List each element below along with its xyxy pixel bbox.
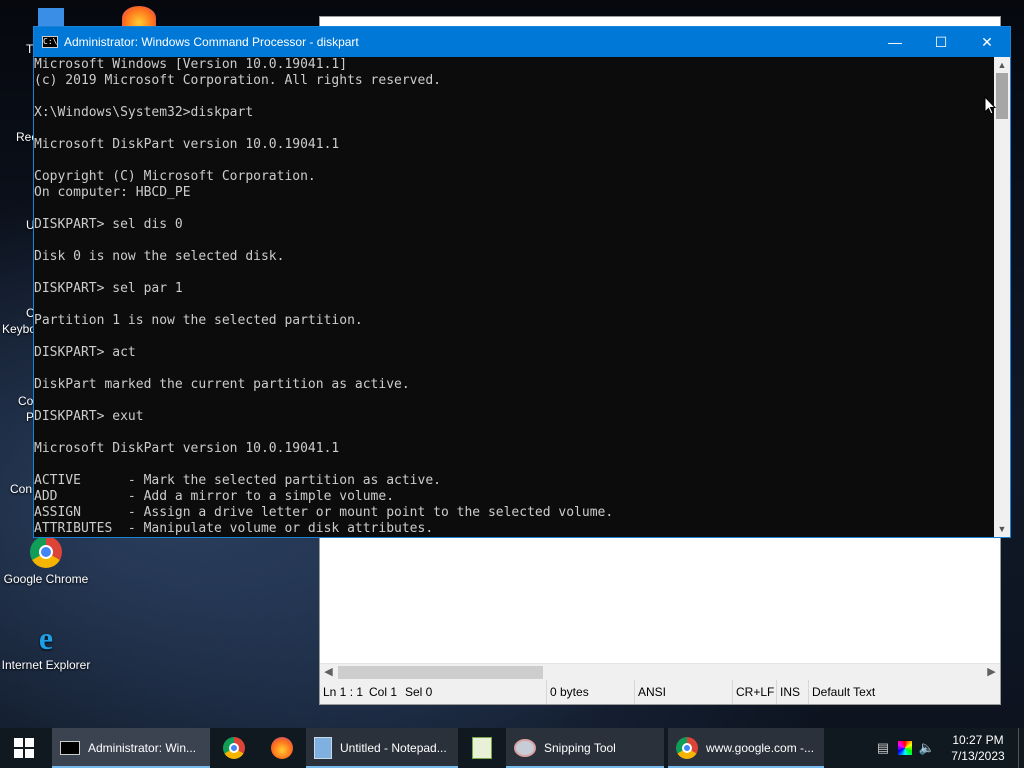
status-position: Ln 1 : 1: [323, 685, 364, 699]
status-style: Default Text: [808, 680, 908, 704]
chrome-icon: [676, 737, 698, 759]
google-chrome-label: Google Chrome: [3, 572, 89, 586]
console-line: DiskPart marked the current partition as…: [34, 377, 410, 392]
taskbar-item-cmd[interactable]: Administrator: Win...: [52, 728, 210, 768]
cmd-app-icon: C:\: [42, 36, 58, 48]
cmd-title-bar[interactable]: C:\ Administrator: Windows Command Proce…: [34, 27, 1010, 57]
mouse-cursor-icon: [984, 96, 996, 115]
status-eol: CR+LF: [732, 680, 776, 704]
console-line: On computer: HBCD_PE: [34, 185, 191, 200]
scroll-right-icon[interactable]: ▶: [983, 664, 1000, 681]
taskbar-item-label: Snipping Tool: [544, 741, 616, 755]
internet-explorer-icon: e: [38, 620, 54, 656]
taskbar-item-notepad[interactable]: Untitled - Notepad...: [306, 728, 458, 768]
console-line: DISKPART> act: [34, 345, 136, 360]
console-line: Disk 0 is now the selected disk.: [34, 249, 285, 264]
color-picker-icon[interactable]: [898, 741, 912, 755]
scroll-thumb[interactable]: [996, 73, 1008, 119]
taskbar-item-chrome[interactable]: [210, 728, 258, 768]
console-line: Copyright (C) Microsoft Corporation.: [34, 169, 316, 184]
command-prompt-window: C:\ Administrator: Windows Command Proce…: [33, 26, 1011, 538]
snipping-tool-icon: [514, 739, 536, 757]
notepad-icon: [314, 737, 332, 759]
chrome-icon: [30, 536, 62, 568]
status-size: 0 bytes: [546, 680, 634, 704]
scroll-up-icon[interactable]: ▲: [994, 57, 1010, 73]
taskbar: Administrator: Win... Untitled - Notepad…: [0, 728, 1024, 768]
clock[interactable]: 10:27 PM 7/13/2023: [938, 732, 1018, 764]
console-line: Microsoft DiskPart version 10.0.19041.1: [34, 137, 340, 152]
console-line: DISKPART> exut: [34, 409, 144, 424]
status-col: Col 1: [369, 685, 398, 699]
console-line: DISKPART> sel dis 0: [34, 217, 183, 232]
status-mode: INS: [776, 680, 808, 704]
close-icon[interactable]: ✕: [964, 27, 1010, 57]
taskbar-item-notepad-plus[interactable]: [458, 728, 506, 768]
taskbar-item-firefox[interactable]: [258, 728, 306, 768]
status-encoding: ANSI: [634, 680, 732, 704]
clock-date: 7/13/2023: [951, 749, 1005, 763]
chrome-icon: [223, 737, 245, 759]
scroll-left-icon[interactable]: ◀: [320, 664, 337, 681]
windows-logo-icon: [14, 738, 34, 758]
internet-explorer-desktop-icon[interactable]: e Internet Explorer: [0, 622, 92, 672]
system-tray: ▤ 🔈 10:27 PM 7/13/2023: [872, 728, 1024, 768]
cmd-icon: [60, 741, 80, 755]
console-line: Microsoft DiskPart version 10.0.19041.1: [34, 441, 340, 456]
console-line: (c) 2019 Microsoft Corporation. All righ…: [34, 73, 441, 88]
console-line: ASSIGN - Assign a drive letter or mount …: [34, 505, 614, 520]
console-line: Partition 1 is now the selected partitio…: [34, 313, 363, 328]
console-line: DISKPART> sel par 1: [34, 281, 183, 296]
desktop-label-partial-con: Con: [10, 482, 33, 496]
start-button[interactable]: [0, 728, 48, 768]
desktop-label-partial-keybo: Keybo: [2, 322, 37, 336]
minimize-icon[interactable]: —: [872, 27, 918, 57]
notepad-status-bar: Ln 1 : 1 Col 1 Sel 0 0 bytes ANSI CR+LF …: [320, 680, 1000, 704]
taskbar-item-label: Administrator: Win...: [88, 741, 197, 755]
show-desktop-button[interactable]: [1018, 728, 1024, 768]
firefox-icon: [271, 737, 293, 759]
notepad-text-area[interactable]: [340, 537, 998, 664]
console-line: ADD - Add a mirror to a simple volume.: [34, 489, 395, 504]
taskbar-item-snipping-tool[interactable]: Snipping Tool: [506, 728, 664, 768]
notepad-plus-icon: [472, 737, 492, 759]
console-output[interactable]: Microsoft Windows [Version 10.0.19041.1]…: [34, 57, 994, 537]
network-disconnected-icon[interactable]: ▤: [872, 740, 894, 756]
console-line: ATTRIBUTES - Manipulate volume or disk a…: [34, 521, 434, 536]
taskbar-item-label: Untitled - Notepad...: [340, 741, 447, 755]
console-line: ACTIVE - Mark the selected partition as …: [34, 473, 441, 488]
clock-time: 10:27 PM: [952, 733, 1004, 747]
status-sel: Sel 0: [405, 685, 433, 699]
notepad-horizontal-scrollbar[interactable]: ◀ ▶: [320, 663, 1000, 680]
taskbar-item-chrome-google[interactable]: www.google.com -...: [668, 728, 824, 768]
cmd-vertical-scrollbar[interactable]: ▲ ▼: [994, 57, 1010, 537]
desktop-label-partial-co: Co: [18, 394, 34, 408]
console-line: X:\Windows\System32>diskpart: [34, 105, 254, 120]
cmd-window-title: Administrator: Windows Command Processor…: [64, 35, 359, 49]
internet-explorer-label: Internet Explorer: [1, 658, 91, 672]
taskbar-item-label: www.google.com -...: [706, 741, 815, 755]
console-line: Microsoft Windows [Version 10.0.19041.1]: [34, 57, 348, 72]
volume-muted-icon[interactable]: 🔈: [916, 740, 938, 756]
maximize-icon[interactable]: ☐: [918, 27, 964, 57]
google-chrome-desktop-icon[interactable]: Google Chrome: [0, 536, 92, 586]
scroll-down-icon[interactable]: ▼: [994, 521, 1010, 537]
scroll-thumb[interactable]: [338, 666, 543, 679]
